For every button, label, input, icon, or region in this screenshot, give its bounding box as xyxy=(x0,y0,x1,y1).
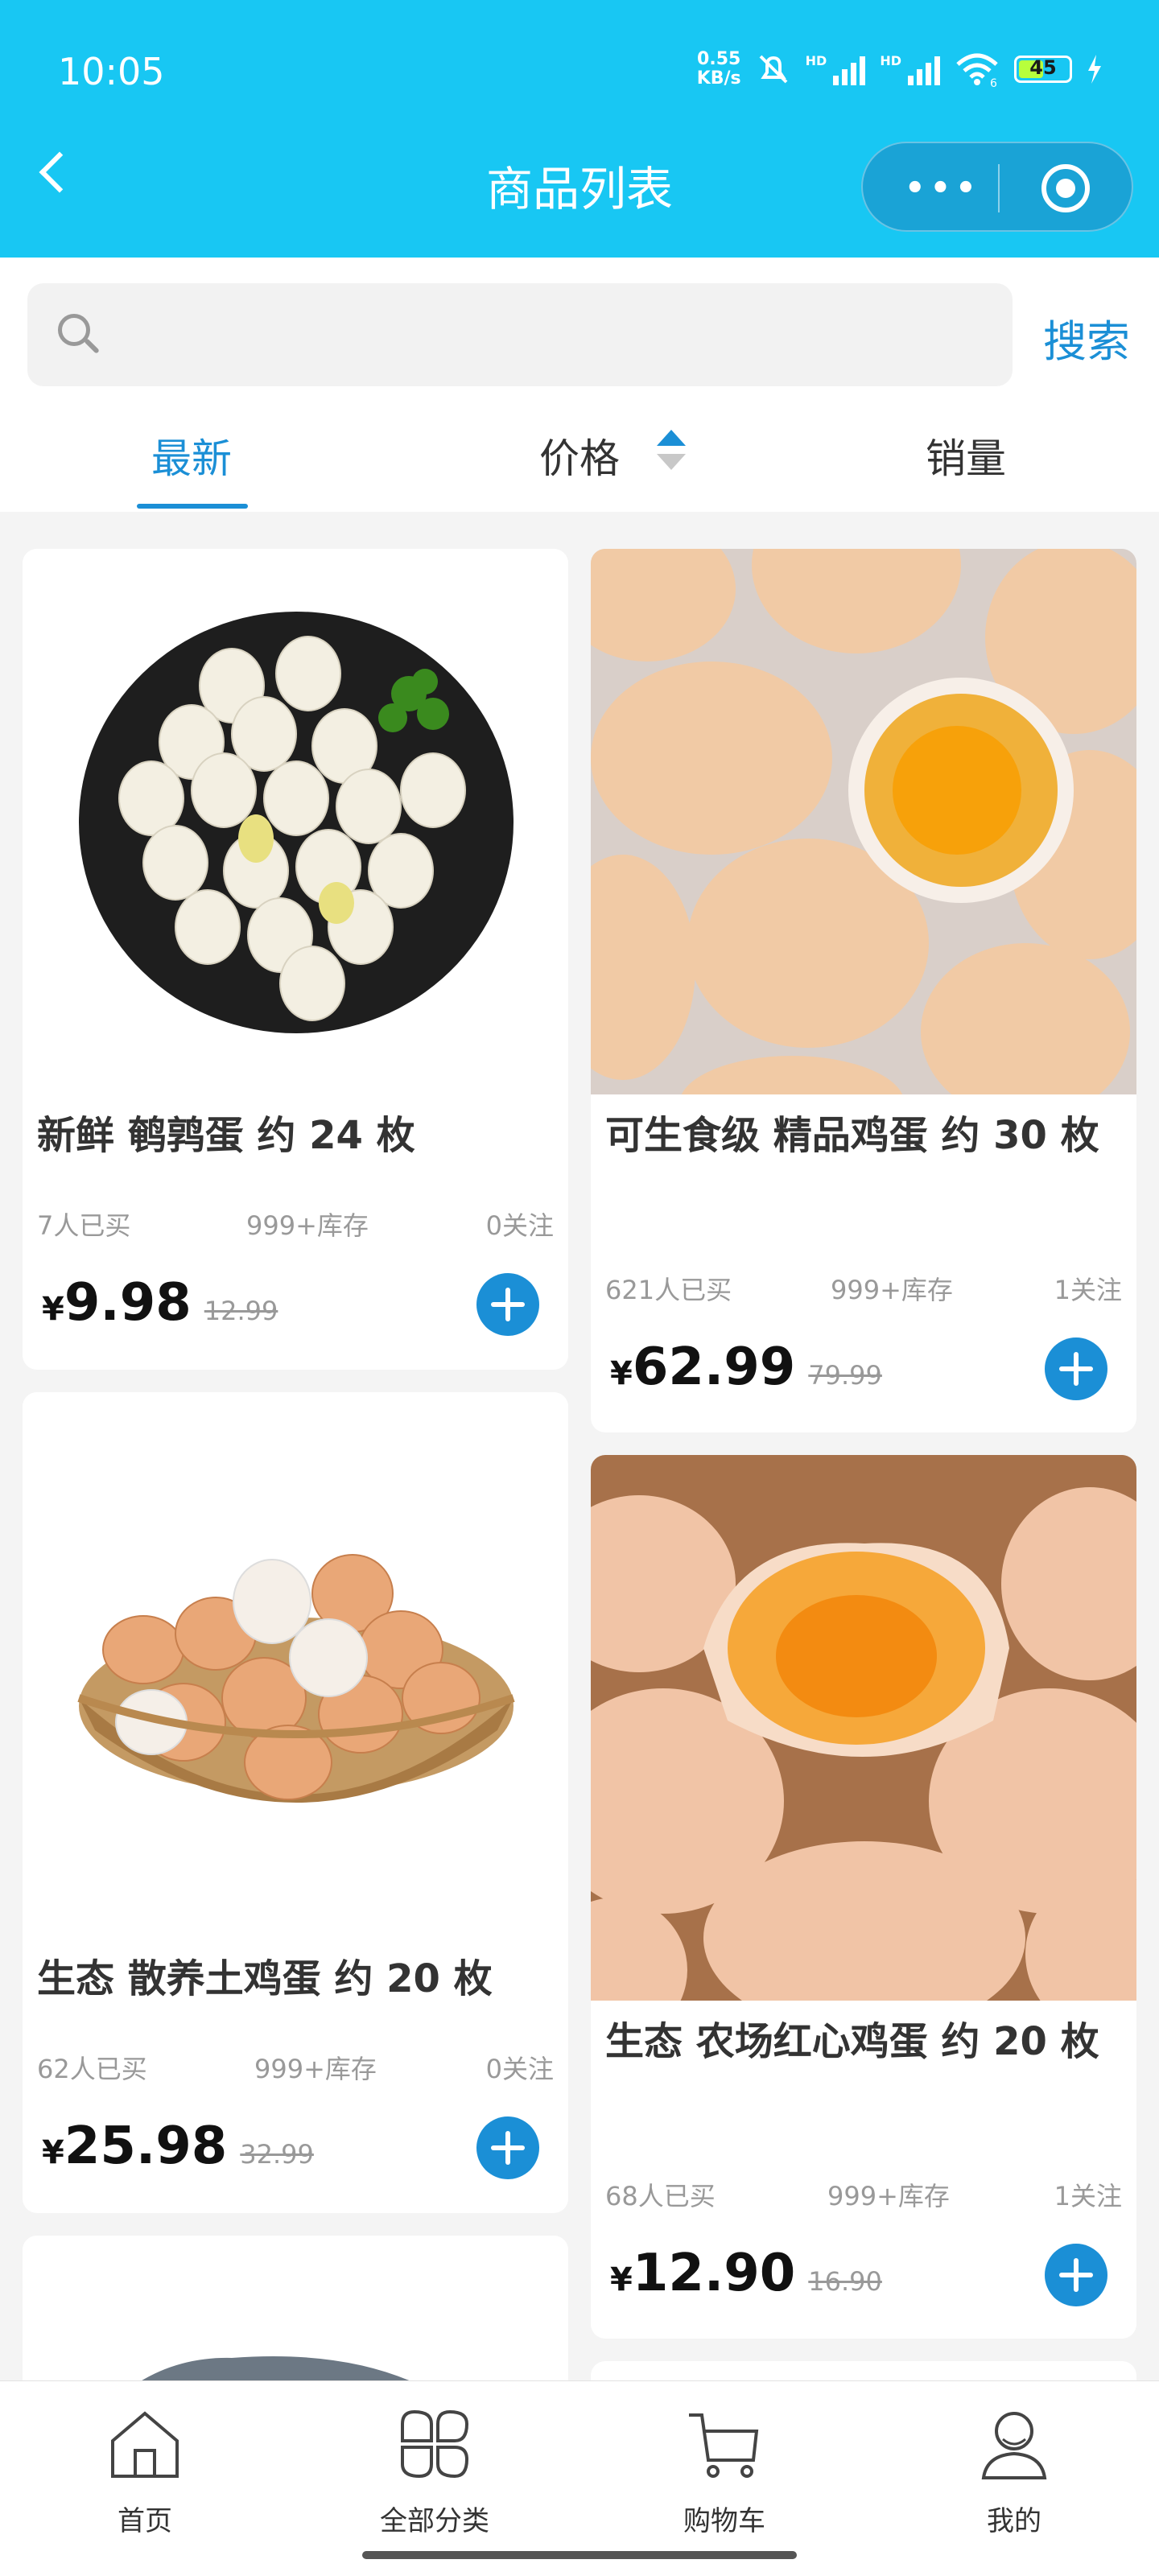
search-box[interactable] xyxy=(27,283,1013,386)
product-card[interactable]: 新鲜 鹌鹑蛋 约 24 枚 7人已买 999+库存 0关注 ¥9.98 12.99 xyxy=(23,549,568,1370)
product-stats: 621人已买 999+库存 1关注 xyxy=(605,1270,1122,1305)
tab-mine[interactable]: 我的 xyxy=(869,2381,1159,2542)
tab-label: 首页 xyxy=(118,2505,172,2537)
product-name[interactable]: 生态 农场红心鸡蛋 约 20 枚 xyxy=(605,2010,1122,2073)
cart-icon xyxy=(689,2413,759,2478)
tab-price[interactable]: 价格 xyxy=(539,427,620,484)
signal-icon-2: HD xyxy=(880,53,940,85)
search-section: 搜索 最新 价格 销量 xyxy=(0,258,1159,512)
original-price: 32.99 xyxy=(240,2139,314,2170)
close-target-icon[interactable] xyxy=(1041,164,1090,212)
price-sort-arrows-icon[interactable] xyxy=(657,430,686,486)
product-card[interactable]: 可生食级 精品鸡蛋 约 30 枚 621人已买 999+库存 1关注 ¥62.9… xyxy=(591,549,1136,1432)
product-name[interactable]: 新鲜 鹌鹑蛋 约 24 枚 xyxy=(37,1104,554,1167)
bought-count: 7人已买 xyxy=(37,1210,131,1241)
follow-count: 0关注 xyxy=(485,1210,554,1241)
original-price: 79.99 xyxy=(808,1360,882,1391)
follow-count: 0关注 xyxy=(485,2054,554,2084)
price-row: ¥25.98 32.99 xyxy=(42,2116,314,2176)
stock-count: 999+库存 xyxy=(246,1210,369,1241)
original-price: 16.90 xyxy=(808,2266,882,2297)
signal-icon-1: HD xyxy=(806,53,866,85)
add-to-cart-icon[interactable] xyxy=(476,2116,539,2179)
price: 62.99 xyxy=(632,1337,796,1397)
bottom-tab-bar: 首页 全部分类 购物车 我的 xyxy=(0,2380,1159,2576)
product-image[interactable] xyxy=(23,549,568,1094)
home-indicator[interactable] xyxy=(362,2551,797,2559)
active-tab-indicator xyxy=(137,504,248,509)
tab-newest[interactable]: 最新 xyxy=(151,427,232,484)
search-icon xyxy=(58,314,90,346)
bought-count: 621人已买 xyxy=(605,1275,732,1305)
price-row: ¥62.99 79.99 xyxy=(610,1337,882,1397)
currency-symbol: ¥ xyxy=(42,2134,64,2171)
user-icon xyxy=(981,2412,1047,2479)
stock-count: 999+库存 xyxy=(831,1275,953,1305)
add-to-cart-icon[interactable] xyxy=(476,1273,539,1336)
price-row: ¥12.90 16.90 xyxy=(610,2244,882,2303)
capsule-divider xyxy=(998,164,1000,212)
battery-icon: 45 xyxy=(1014,56,1072,83)
charging-icon xyxy=(1088,55,1101,84)
follow-count: 1关注 xyxy=(1054,1275,1122,1305)
bought-count: 68人已买 xyxy=(605,2181,716,2211)
tab-cart[interactable]: 购物车 xyxy=(580,2381,869,2542)
original-price: 12.99 xyxy=(204,1296,278,1326)
tab-sales[interactable]: 销量 xyxy=(926,427,1006,484)
product-image[interactable] xyxy=(591,1455,1136,2001)
search-button[interactable]: 搜索 xyxy=(1043,306,1130,369)
svg-text:6: 6 xyxy=(990,77,997,87)
product-image[interactable] xyxy=(591,549,1136,1094)
tab-categories[interactable]: 全部分类 xyxy=(290,2381,580,2542)
product-image[interactable] xyxy=(23,2236,568,2397)
product-image[interactable] xyxy=(23,1392,568,1938)
price: 25.98 xyxy=(64,2116,228,2176)
header: 10:05 0.55 KB/s HD HD 6 45 商品列表 ••• xyxy=(0,0,1159,258)
tab-label: 我的 xyxy=(987,2505,1041,2537)
price: 12.90 xyxy=(632,2244,796,2303)
currency-symbol: ¥ xyxy=(610,2261,633,2298)
stock-count: 999+库存 xyxy=(254,2054,377,2084)
price-row: ¥9.98 12.99 xyxy=(42,1273,278,1333)
currency-symbol: ¥ xyxy=(610,1355,633,1392)
product-card-partial[interactable] xyxy=(23,2236,568,2397)
product-stats: 62人已买 999+库存 0关注 xyxy=(37,2049,554,2084)
product-stats: 7人已买 999+库存 0关注 xyxy=(37,1206,554,1241)
add-to-cart-icon[interactable] xyxy=(1045,2244,1107,2306)
net-speed: 0.55 KB/s xyxy=(696,49,741,89)
more-dots-icon[interactable]: ••• xyxy=(905,172,981,204)
add-to-cart-icon[interactable] xyxy=(1045,1337,1107,1400)
search-input[interactable] xyxy=(116,301,988,370)
product-name[interactable]: 可生食级 精品鸡蛋 约 30 枚 xyxy=(605,1104,1122,1167)
currency-symbol: ¥ xyxy=(42,1291,64,1328)
wifi-icon: 6 xyxy=(956,53,998,87)
price: 9.98 xyxy=(64,1273,192,1333)
follow-count: 1关注 xyxy=(1054,2181,1122,2211)
tab-label: 全部分类 xyxy=(380,2505,489,2537)
product-stats: 68人已买 999+库存 1关注 xyxy=(605,2176,1122,2211)
product-name[interactable]: 生态 散养土鸡蛋 约 20 枚 xyxy=(37,1947,554,2010)
tab-label: 购物车 xyxy=(683,2505,765,2537)
tab-home[interactable]: 首页 xyxy=(0,2381,290,2542)
category-icon xyxy=(401,2409,469,2479)
stock-count: 999+库存 xyxy=(827,2181,950,2211)
mute-bell-icon xyxy=(759,55,788,84)
product-card[interactable]: 生态 散养土鸡蛋 约 20 枚 62人已买 999+库存 0关注 ¥25.98 3… xyxy=(23,1392,568,2213)
miniprogram-capsule: ••• xyxy=(861,142,1133,232)
bought-count: 62人已买 xyxy=(37,2054,147,2084)
product-card[interactable]: 生态 农场红心鸡蛋 约 20 枚 68人已买 999+库存 1关注 ¥12.90… xyxy=(591,1455,1136,2339)
home-icon xyxy=(111,2411,179,2478)
status-time: 10:05 xyxy=(58,50,165,93)
status-icons: 0.55 KB/s HD HD 6 45 xyxy=(697,50,1103,89)
